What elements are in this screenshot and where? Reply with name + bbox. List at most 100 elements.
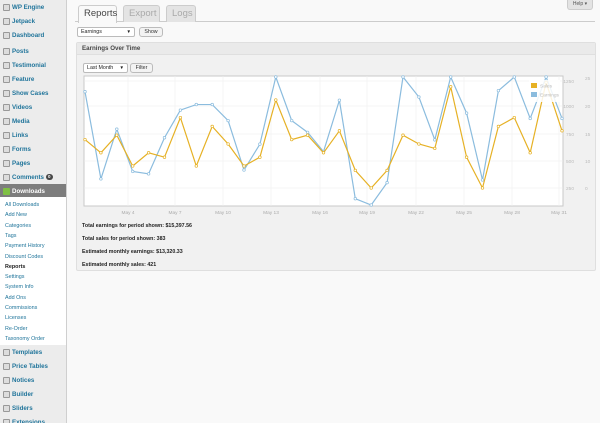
submenu-item-system-info[interactable]: System Info (5, 284, 33, 290)
earnings-series-point (433, 138, 437, 142)
sidebar-item-videos[interactable]: Videos (0, 100, 66, 114)
sales-series-point (210, 124, 214, 129)
submenu-item-licenses[interactable]: Licenses (5, 315, 26, 321)
sidebar-item-notices[interactable]: Notices (0, 373, 66, 387)
submenu-item-categories[interactable]: Categories (5, 223, 31, 229)
submenu-item-payment-history[interactable]: Payment History (5, 243, 45, 249)
sidebar-item-label: Videos (12, 103, 33, 111)
sidebar-item-label: Testimonial (12, 61, 46, 69)
sidebar-item-feature[interactable]: Feature (0, 72, 66, 86)
sliders-icon (3, 404, 10, 412)
pin-icon (3, 348, 10, 356)
sidebar-item-label: Price Tables (12, 362, 48, 370)
sidebar-item-extensions[interactable]: Extensions (0, 415, 66, 423)
earnings-series-point (560, 116, 564, 121)
submenu-item-discount-codes[interactable]: Discount Codes (5, 254, 43, 260)
tab-export[interactable]: Export (123, 5, 160, 22)
x-tick-label: May 28 (504, 210, 520, 216)
sales-series-point (337, 129, 342, 133)
pin-icon (3, 103, 10, 111)
wp-engine-icon (3, 3, 10, 11)
sidebar-item-links[interactable]: Links (0, 128, 66, 142)
show-button[interactable]: Show (139, 27, 163, 37)
sidebar-item-builder[interactable]: Builder (0, 387, 66, 401)
submenu-item-reports[interactable]: Reports (5, 264, 25, 270)
chevron-down-icon: ▼ (126, 29, 131, 34)
y-left-tick-label: 1000 (563, 104, 574, 110)
y-right-tick-label: 25 (585, 76, 591, 82)
x-tick-label: May 4 (121, 210, 134, 216)
sales-series-point (464, 155, 469, 159)
pin-icon (3, 376, 10, 384)
tab-reports[interactable]: Reports (78, 5, 117, 23)
sales-series-point (242, 164, 246, 168)
sales-series-point (131, 164, 135, 168)
submenu-item-re-order[interactable]: Re-Order (5, 326, 27, 332)
sales-series-point (449, 85, 453, 89)
pages-icon (3, 159, 10, 167)
submenu-item-taxonomy-order[interactable]: Taxonomy Order (5, 336, 45, 342)
stat-estimated-monthly-earnings: Estimated monthly earnings: $13,320.33 (82, 249, 183, 255)
submenu-item-add-new[interactable]: Add New (5, 212, 27, 218)
earnings-panel: Earnings Over Time Last Month ▼ Filter M… (76, 42, 596, 271)
report-type-value: Earnings (81, 29, 102, 35)
sidebar-item-jetpack[interactable]: Jetpack (0, 14, 66, 28)
earnings-series-point (178, 108, 183, 112)
earnings-series-point (353, 197, 357, 201)
sidebar-item-label: Pages (12, 159, 31, 167)
legend-swatch-sales (531, 83, 537, 88)
sales-series-point (417, 142, 421, 146)
sidebar-item-posts[interactable]: Posts (0, 44, 66, 58)
sidebar-item-label: Templates (12, 348, 43, 356)
downloads-icon (3, 187, 10, 195)
earnings-series-point (210, 102, 214, 107)
sidebar-item-price-tables[interactable]: Price Tables (0, 359, 66, 373)
earnings-series-point (464, 111, 469, 115)
legend-swatch-earnings (531, 92, 537, 97)
sidebar-item-testimonial[interactable]: Testimonial (0, 58, 66, 72)
sidebar-item-downloads[interactable]: Downloads (0, 184, 66, 198)
sales-series-point (560, 129, 564, 133)
sales-series-point (83, 137, 87, 142)
tab-logs[interactable]: Logs (166, 5, 196, 22)
help-button[interactable]: Help ▾ (567, 0, 593, 10)
earnings-series-point (385, 180, 389, 185)
submenu-item-add-ons[interactable]: Add Ons (5, 295, 26, 301)
extensions-icon (3, 418, 10, 423)
stat-estimated-monthly-sales: Estimated monthly sales: 421 (82, 262, 157, 268)
sales-series-point (512, 115, 516, 120)
sidebar-item-wp-engine[interactable]: WP Engine (0, 0, 66, 14)
report-type-select[interactable]: Earnings ▼ (77, 27, 135, 37)
legend-label-earnings: Earnings (540, 93, 560, 99)
sidebar-item-label: Jetpack (12, 17, 36, 25)
legend-label-sales: Sales (540, 84, 553, 90)
submenu-item-tags[interactable]: Tags (5, 233, 16, 239)
submenu-item-all-downloads[interactable]: All Downloads (5, 202, 39, 208)
submenu-item-commissions[interactable]: Commissions (5, 305, 37, 311)
jetpack-icon (3, 17, 10, 25)
sidebar-item-media[interactable]: Media (0, 114, 66, 128)
sales-series-point (274, 98, 278, 102)
admin-sidebar: WP Engine Jetpack Dashboard Posts Testimonia… (0, 0, 67, 423)
sales-series-point (401, 133, 405, 137)
sidebar-item-pages[interactable]: Pages (0, 156, 66, 170)
sidebar-item-forms[interactable]: Forms (0, 142, 66, 156)
sidebar-item-dashboard[interactable]: Dashboard (0, 28, 66, 42)
help-label: Help (572, 1, 584, 7)
downloads-submenu: All Downloads Add New Categories Tags Paymen… (0, 197, 66, 345)
y-right-tick-label: 0 (585, 186, 588, 192)
sales-series-point (226, 142, 230, 146)
submenu-item-settings[interactable]: Settings (5, 274, 24, 280)
sidebar-item-templates[interactable]: Templates (0, 345, 66, 359)
sidebar-item-comments[interactable]: Comments 0 (0, 170, 66, 184)
comments-icon (3, 173, 10, 181)
sidebar-item-label: Sliders (12, 404, 33, 412)
y-left-tick-label: 250 (566, 186, 574, 192)
sidebar-item-show-cases[interactable]: Show Cases (0, 86, 66, 100)
sidebar-item-sliders[interactable]: Sliders (0, 401, 66, 415)
sales-series-point (178, 115, 183, 120)
earnings-series-point (449, 75, 453, 79)
sales-series-point (146, 151, 151, 155)
sales-series-point (496, 124, 501, 129)
sidebar-item-label: Builder (12, 390, 34, 398)
